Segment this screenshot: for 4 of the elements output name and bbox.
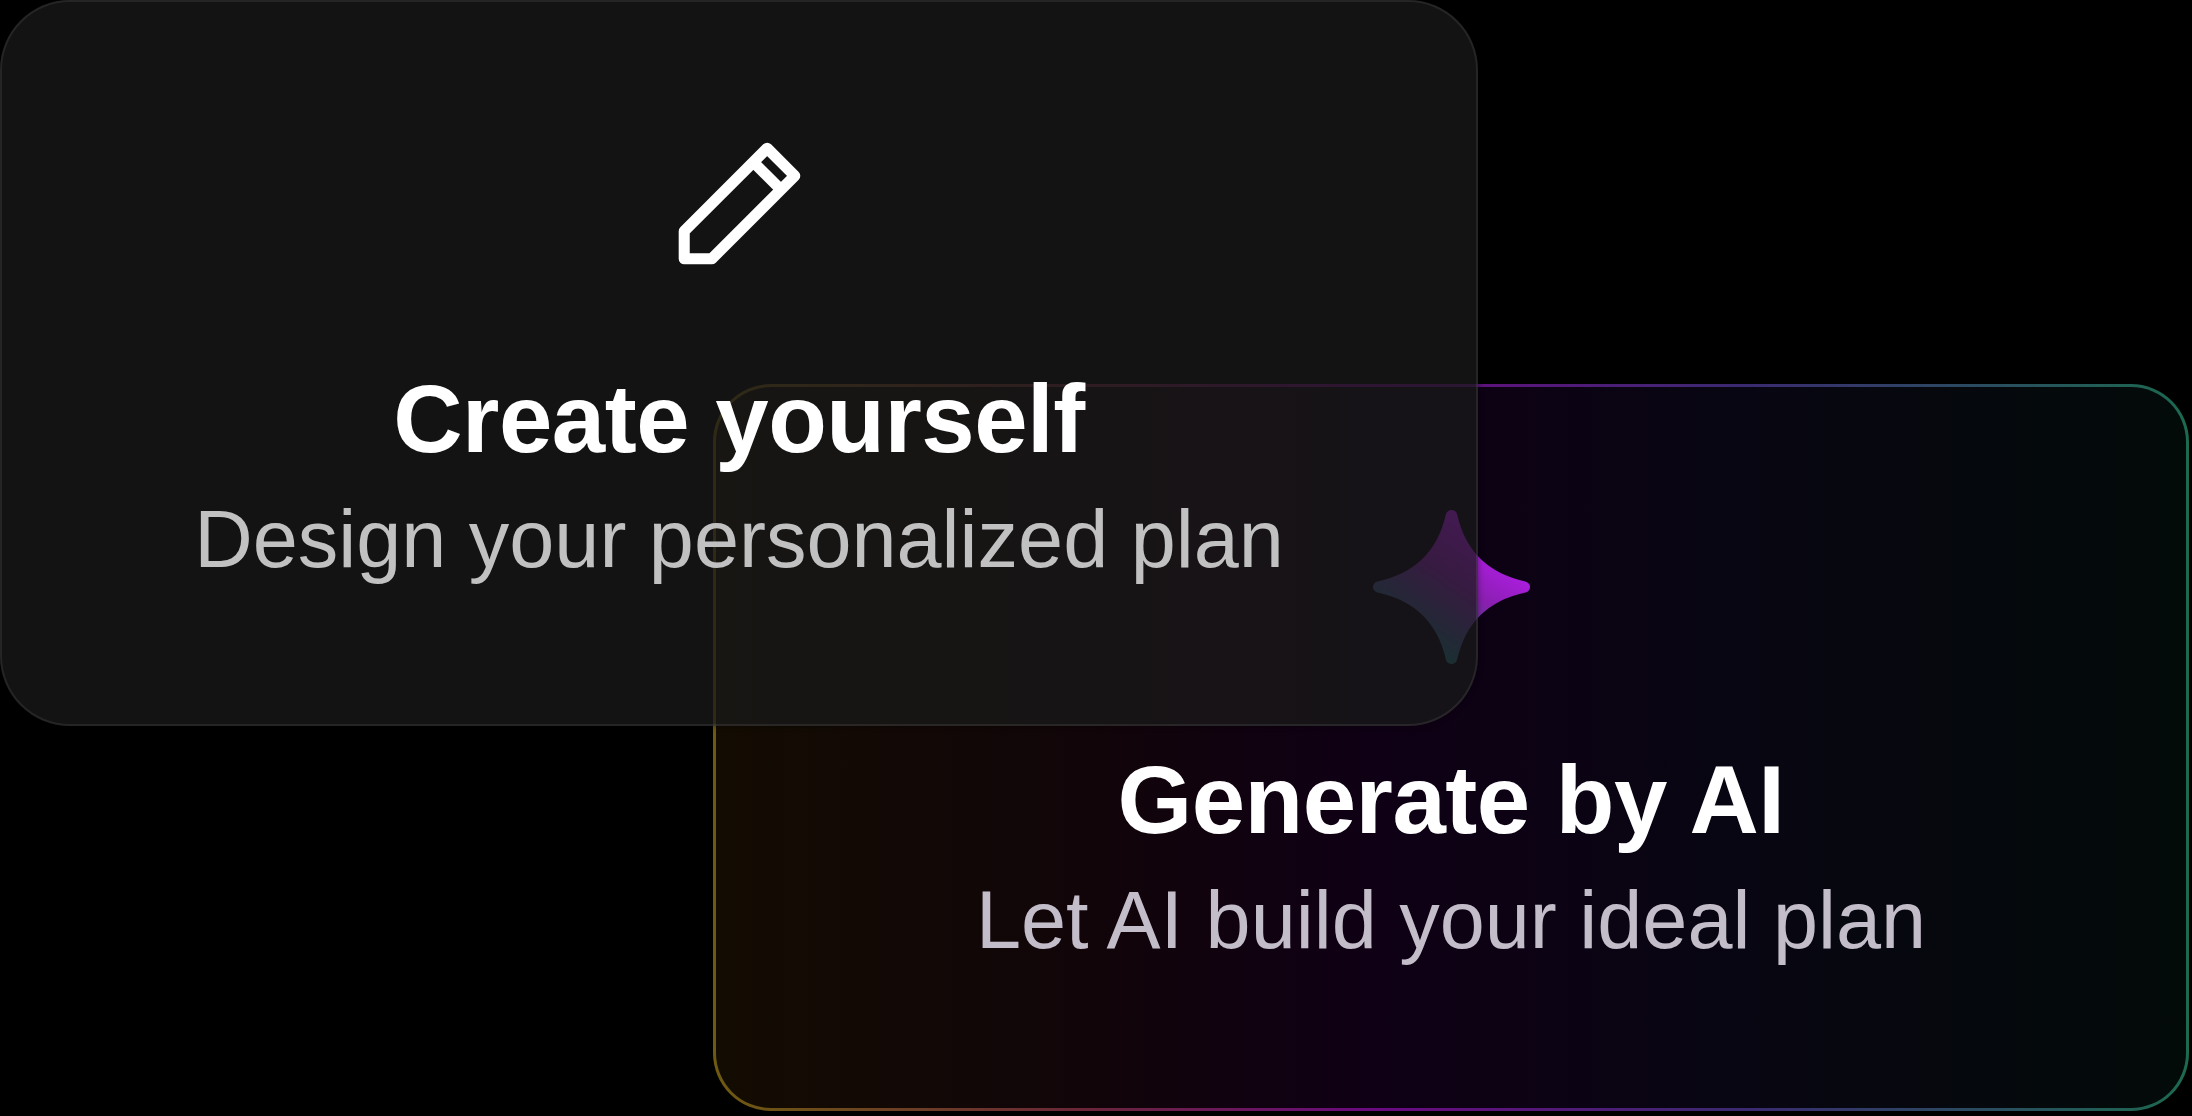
card-title: Generate by AI <box>1117 747 1785 853</box>
pencil-icon <box>677 142 801 265</box>
card-subtitle: Let AI build your ideal plan <box>975 873 1927 967</box>
option-card[interactable]: Create yourself Design your personalized plan <box>0 0 1478 726</box>
